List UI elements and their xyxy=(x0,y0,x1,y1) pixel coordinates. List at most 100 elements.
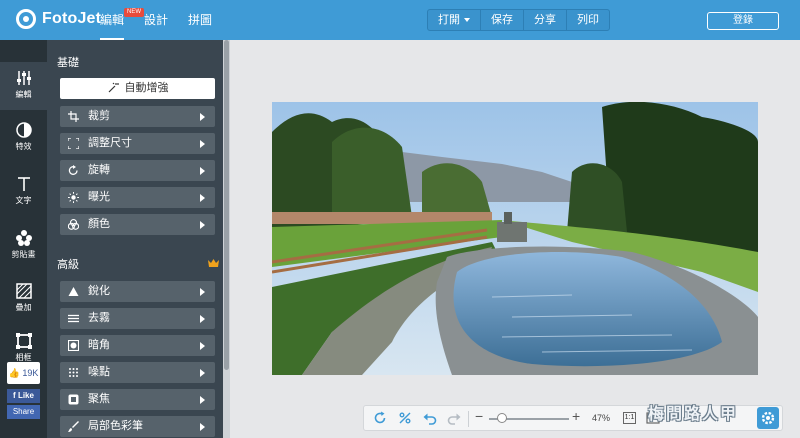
chevron-right-icon xyxy=(200,140,205,148)
color-icon xyxy=(68,219,79,230)
focus-tool[interactable]: 聚焦 xyxy=(60,389,215,410)
rotate-tool[interactable]: 旋轉 xyxy=(60,160,215,181)
sliders-icon xyxy=(16,71,31,85)
haze-icon xyxy=(68,314,79,323)
color-brush-tool[interactable]: 局部色彩筆 xyxy=(60,416,215,437)
tab-design[interactable]: 設計 xyxy=(144,0,168,40)
tool-panel: 基礎 自動增強 裁剪 調整尺寸 旋轉 曝光 顏色 高級 銳化 去霧 暗角 噪點 … xyxy=(47,40,229,438)
crop-tool[interactable]: 裁剪 xyxy=(60,106,215,127)
auto-enhance-button[interactable]: 自動增強 xyxy=(60,78,215,99)
tab-edit-label: 編輯 xyxy=(100,13,125,27)
facebook-share-button[interactable]: Share xyxy=(7,405,40,419)
top-bar: FotoJet 編輯 NEW 設計 拼圖 打開 保存 分享 列印 登錄 xyxy=(0,0,800,40)
advanced-section-title: 高級 xyxy=(57,259,79,271)
overlay-icon xyxy=(15,283,32,299)
redo-icon[interactable] xyxy=(447,411,461,425)
undo-icon[interactable] xyxy=(423,411,437,425)
zoom-in-icon[interactable]: + xyxy=(572,408,580,424)
tab-collage[interactable]: 拼圖 xyxy=(188,0,212,40)
edited-photo[interactable] xyxy=(272,102,758,375)
tool-label: 裁剪 xyxy=(88,110,110,122)
rail-label: 疊加 xyxy=(15,303,32,312)
facebook-like-button[interactable]: f Like xyxy=(7,389,40,403)
brush-icon xyxy=(68,421,79,432)
magic-wand-icon xyxy=(108,82,119,93)
rail-label: 特效 xyxy=(15,142,32,151)
zoom-out-icon[interactable]: − xyxy=(475,408,483,424)
zoom-percent: 47% xyxy=(592,413,611,423)
rail-label: 剪貼畫 xyxy=(11,250,36,259)
tool-label: 調整尺寸 xyxy=(88,137,132,149)
chevron-right-icon xyxy=(200,194,205,202)
chevron-right-icon xyxy=(200,342,205,350)
share-button[interactable]: 分享 xyxy=(524,10,567,30)
tool-label: 曝光 xyxy=(88,191,110,203)
chevron-right-icon xyxy=(200,113,205,121)
rail-item-text[interactable]: 文字 xyxy=(0,168,47,216)
resize-tool[interactable]: 調整尺寸 xyxy=(60,133,215,154)
like-label: Like xyxy=(17,391,34,400)
basic-section-title: 基礎 xyxy=(57,57,79,69)
app-name: FotoJet xyxy=(42,10,102,27)
login-button[interactable]: 登錄 xyxy=(707,12,779,30)
tool-label: 顏色 xyxy=(88,218,110,230)
facebook-icon: f xyxy=(13,391,16,400)
thumbs-up-icon: 👍 xyxy=(8,368,20,378)
rotate-icon xyxy=(68,165,78,175)
resize-icon xyxy=(68,138,79,149)
tool-label: 暗角 xyxy=(88,339,110,351)
rail-item-overlay[interactable]: 疊加 xyxy=(0,275,47,323)
open-label: 打開 xyxy=(438,14,460,26)
rail-item-clipart[interactable]: 剪貼畫 xyxy=(0,222,47,270)
noise-icon xyxy=(69,368,78,377)
panel-scrollbar[interactable] xyxy=(223,40,230,438)
open-button[interactable]: 打開 xyxy=(428,10,481,30)
noise-tool[interactable]: 噪點 xyxy=(60,362,215,383)
focus-icon xyxy=(68,394,79,405)
chevron-right-icon xyxy=(200,167,205,175)
auto-enhance-label: 自動增強 xyxy=(124,82,169,94)
toolbar-divider xyxy=(468,411,469,427)
save-button[interactable]: 保存 xyxy=(481,10,524,30)
vignette-tool[interactable]: 暗角 xyxy=(60,335,215,356)
refresh-icon[interactable] xyxy=(373,411,387,425)
scrollbar-thumb[interactable] xyxy=(224,40,229,370)
tab-edit[interactable]: 編輯 NEW xyxy=(100,0,144,40)
landscape-photo-image xyxy=(272,102,758,375)
new-badge: NEW xyxy=(124,8,144,17)
fotojet-logo-icon xyxy=(16,9,36,29)
rail-item-effects[interactable]: 特效 xyxy=(0,114,47,162)
vignette-icon xyxy=(68,340,79,351)
tool-label: 局部色彩筆 xyxy=(88,420,143,432)
clipart-icon xyxy=(15,230,32,246)
frame-icon xyxy=(15,333,32,349)
sharpen-tool[interactable]: 銳化 xyxy=(60,281,215,302)
crop-icon xyxy=(68,111,79,122)
dehaze-tool[interactable]: 去霧 xyxy=(60,308,215,329)
like-count-badge: 👍 19K xyxy=(7,362,40,384)
chevron-right-icon xyxy=(200,288,205,296)
rail-item-edit[interactable]: 編輯 xyxy=(0,62,47,110)
actual-size-button[interactable]: 1:1 xyxy=(623,412,636,424)
tool-label: 銳化 xyxy=(88,285,110,297)
crown-icon xyxy=(208,259,219,267)
rail-label: 編輯 xyxy=(15,90,32,99)
half-circle-icon xyxy=(15,122,32,138)
chevron-right-icon xyxy=(200,396,205,404)
watermark-text: 梅問路人甲 xyxy=(648,406,739,423)
like-count: 19K xyxy=(22,368,39,378)
app-logo[interactable]: FotoJet xyxy=(16,9,101,29)
print-button[interactable]: 列印 xyxy=(567,10,609,30)
chevron-right-icon xyxy=(200,221,205,229)
tool-label: 噪點 xyxy=(88,366,110,378)
gear-icon xyxy=(761,411,775,425)
zoom-slider-knob[interactable] xyxy=(497,413,507,423)
rail-label: 文字 xyxy=(15,196,32,205)
main-nav: 編輯 NEW 設計 拼圖 xyxy=(100,0,232,40)
color-tool[interactable]: 顏色 xyxy=(60,214,215,235)
file-actions: 打開 保存 分享 列印 xyxy=(427,9,610,31)
exposure-tool[interactable]: 曝光 xyxy=(60,187,215,208)
settings-button[interactable] xyxy=(757,407,779,429)
chevron-right-icon xyxy=(200,369,205,377)
compare-icon[interactable] xyxy=(398,411,412,425)
